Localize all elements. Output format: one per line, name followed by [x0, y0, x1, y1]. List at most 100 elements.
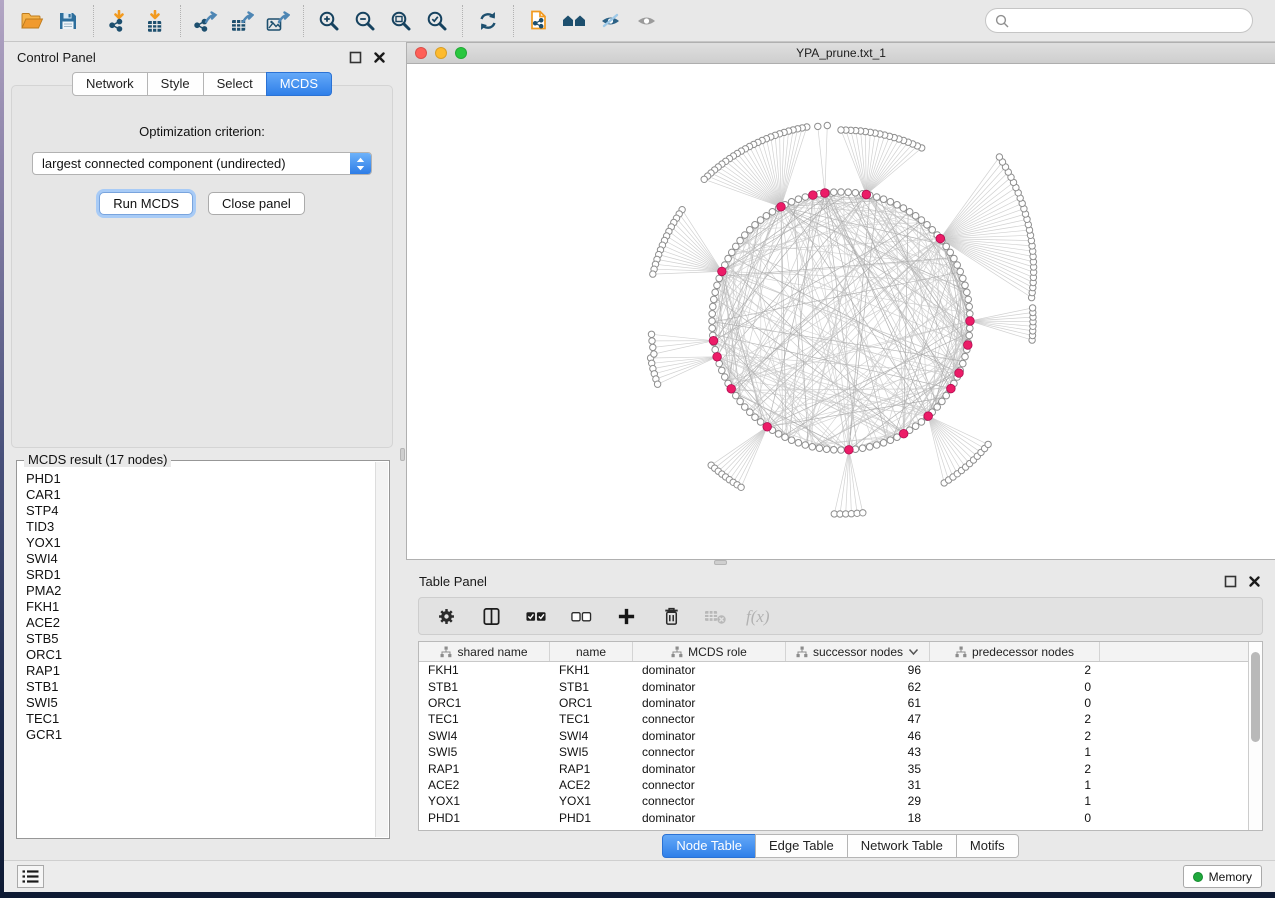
cell-MCDS-role[interactable]: dominator: [633, 728, 786, 744]
column-header-MCDS-role[interactable]: MCDS role: [633, 642, 786, 661]
scrollbar-thumb[interactable]: [1251, 652, 1260, 742]
mcds-result-item[interactable]: YOX1: [26, 535, 374, 551]
import-table-button[interactable]: [137, 4, 173, 38]
cell-successor-nodes[interactable]: 35: [786, 760, 930, 776]
close-panel-icon[interactable]: [1247, 574, 1262, 589]
cell-predecessor-nodes[interactable]: 0: [930, 695, 1100, 711]
cell-MCDS-role[interactable]: dominator: [633, 678, 786, 694]
open-button[interactable]: [14, 4, 50, 38]
search-input[interactable]: [1015, 14, 1243, 28]
cell-successor-nodes[interactable]: 18: [786, 810, 930, 826]
zoom-out-button[interactable]: [347, 4, 383, 38]
float-panel-icon[interactable]: [1223, 574, 1238, 589]
cell-shared-name[interactable]: PHD1: [419, 810, 550, 826]
cell-shared-name[interactable]: TEC1: [419, 711, 550, 727]
splitter-handle[interactable]: [714, 560, 727, 565]
table-row[interactable]: PHD1PHD1dominator180: [419, 810, 1248, 826]
tab-style[interactable]: Style: [147, 72, 204, 96]
columns-button[interactable]: [479, 604, 503, 628]
mcds-result-item[interactable]: ACE2: [26, 615, 374, 631]
mcds-result-item[interactable]: SWI5: [26, 695, 374, 711]
maximize-window-button[interactable]: [455, 47, 467, 59]
cell-name[interactable]: ACE2: [550, 777, 633, 793]
cell-predecessor-nodes[interactable]: 1: [930, 777, 1100, 793]
table-row[interactable]: RAP1RAP1dominator352: [419, 760, 1248, 776]
mcds-result-item[interactable]: PMA2: [26, 583, 374, 599]
table-row[interactable]: SWI5SWI5connector431: [419, 744, 1248, 760]
zoom-fit-button[interactable]: [383, 4, 419, 38]
cell-name[interactable]: TEC1: [550, 711, 633, 727]
refresh-button[interactable]: [470, 4, 506, 38]
table-row[interactable]: SWI4SWI4dominator462: [419, 728, 1248, 744]
column-header-shared-name[interactable]: shared name: [419, 642, 550, 661]
add-button[interactable]: [614, 604, 638, 628]
splitter-handle[interactable]: [400, 448, 405, 461]
network-graph[interactable]: [407, 64, 1275, 559]
vertical-splitter[interactable]: [400, 42, 406, 860]
first-neighbors-button[interactable]: [557, 4, 593, 38]
task-history-button[interactable]: [17, 865, 44, 888]
horizontal-splitter[interactable]: [406, 560, 1275, 566]
gear-button[interactable]: [434, 604, 458, 628]
cell-predecessor-nodes[interactable]: 0: [930, 810, 1100, 826]
column-header-predecessor-nodes[interactable]: predecessor nodes: [930, 642, 1100, 661]
network-canvas[interactable]: [407, 64, 1275, 559]
tab-edge-table[interactable]: Edge Table: [755, 834, 848, 858]
table-scrollbar[interactable]: [1248, 642, 1262, 830]
close-panel-icon[interactable]: [372, 50, 387, 65]
cell-predecessor-nodes[interactable]: 2: [930, 711, 1100, 727]
table-row[interactable]: ACE2ACE2connector311: [419, 777, 1248, 793]
mcds-result-item[interactable]: GCR1: [26, 727, 374, 743]
mcds-result-item[interactable]: PHD1: [26, 471, 374, 487]
cell-name[interactable]: SWI4: [550, 728, 633, 744]
cell-successor-nodes[interactable]: 46: [786, 728, 930, 744]
select-all-button[interactable]: [524, 604, 548, 628]
cell-successor-nodes[interactable]: 62: [786, 678, 930, 694]
cell-predecessor-nodes[interactable]: 0: [930, 678, 1100, 694]
cell-shared-name[interactable]: ACE2: [419, 777, 550, 793]
cell-MCDS-role[interactable]: connector: [633, 777, 786, 793]
hide-selected-button[interactable]: [593, 4, 629, 38]
zoom-selected-button[interactable]: [419, 4, 455, 38]
cell-successor-nodes[interactable]: 96: [786, 662, 930, 678]
cell-MCDS-role[interactable]: connector: [633, 744, 786, 760]
cell-shared-name[interactable]: SWI4: [419, 728, 550, 744]
cell-name[interactable]: FKH1: [550, 662, 633, 678]
mcds-result-item[interactable]: STP4: [26, 503, 374, 519]
cell-name[interactable]: SWI5: [550, 744, 633, 760]
deselect-all-button[interactable]: [569, 604, 593, 628]
column-header-name[interactable]: name: [550, 642, 633, 661]
cell-successor-nodes[interactable]: 43: [786, 744, 930, 760]
mcds-result-item[interactable]: STB5: [26, 631, 374, 647]
save-button[interactable]: [50, 4, 86, 38]
result-list-scrollbar[interactable]: [375, 462, 388, 837]
import-network-button[interactable]: [101, 4, 137, 38]
export-image-button[interactable]: [260, 4, 296, 38]
mcds-result-item[interactable]: CAR1: [26, 487, 374, 503]
column-header-successor-nodes[interactable]: successor nodes: [786, 642, 930, 661]
cell-name[interactable]: YOX1: [550, 793, 633, 809]
cell-MCDS-role[interactable]: connector: [633, 793, 786, 809]
cell-shared-name[interactable]: FKH1: [419, 662, 550, 678]
cell-MCDS-role[interactable]: dominator: [633, 662, 786, 678]
cell-shared-name[interactable]: STB1: [419, 678, 550, 694]
table-row[interactable]: STB1STB1dominator620: [419, 678, 1248, 694]
mcds-result-item[interactable]: SRD1: [26, 567, 374, 583]
mcds-result-item[interactable]: TEC1: [26, 711, 374, 727]
mcds-result-item[interactable]: ORC1: [26, 647, 374, 663]
cell-name[interactable]: RAP1: [550, 760, 633, 776]
minimize-window-button[interactable]: [435, 47, 447, 59]
trash-button[interactable]: [659, 604, 683, 628]
cell-successor-nodes[interactable]: 29: [786, 793, 930, 809]
mcds-result-item[interactable]: FKH1: [26, 599, 374, 615]
mcds-result-list[interactable]: PHD1CAR1STP4TID3YOX1SWI4SRD1PMA2FKH1ACE2…: [17, 461, 374, 838]
tab-network[interactable]: Network: [72, 72, 148, 96]
mcds-result-item[interactable]: RAP1: [26, 663, 374, 679]
tab-mcds[interactable]: MCDS: [266, 72, 332, 96]
table-row[interactable]: ORC1ORC1dominator610: [419, 695, 1248, 711]
table-row[interactable]: YOX1YOX1connector291: [419, 793, 1248, 809]
export-table-button[interactable]: [224, 4, 260, 38]
tab-select[interactable]: Select: [203, 72, 267, 96]
cell-successor-nodes[interactable]: 61: [786, 695, 930, 711]
close-window-button[interactable]: [415, 47, 427, 59]
